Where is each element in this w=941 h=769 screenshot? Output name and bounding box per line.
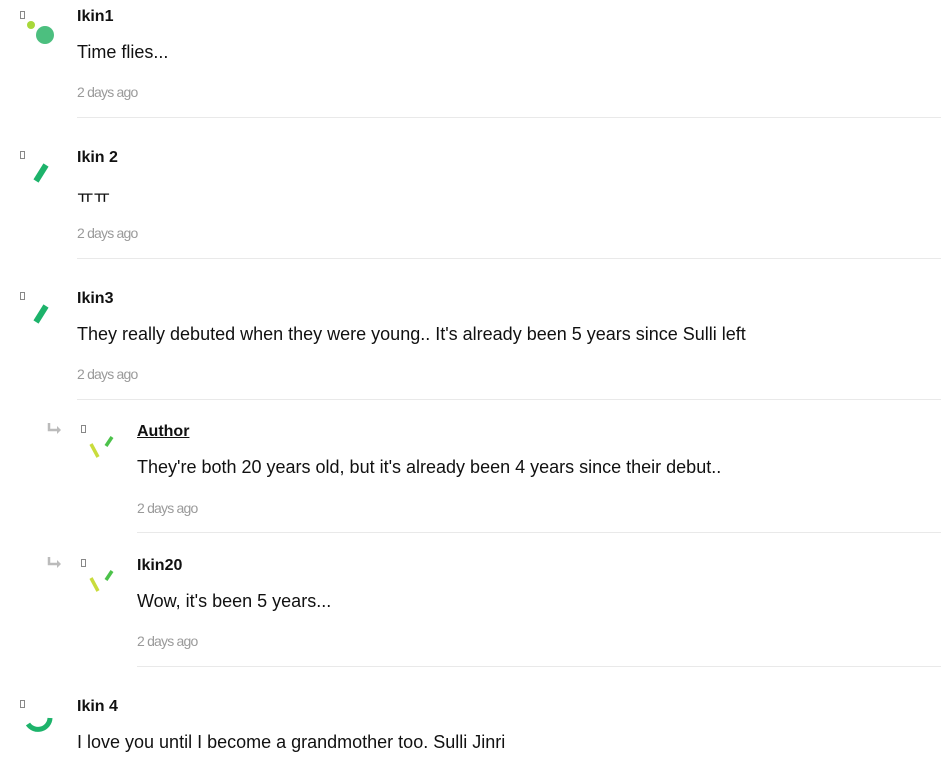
comment-timestamp: 2 days ago (77, 225, 138, 241)
comment-author[interactable]: Author (137, 423, 189, 441)
comment-timestamp: 2 days ago (137, 500, 198, 516)
comment-author[interactable]: Ikin 4 (77, 698, 118, 716)
comment-divider (77, 399, 941, 400)
comment-item: Ikin1 Time flies... 2 days ago (0, 0, 941, 120)
avatar-icon (26, 157, 60, 191)
reply-arrow-icon (47, 422, 63, 436)
comment-item: Ikin 4 I love you until I become a grand… (0, 690, 941, 769)
comment-item: Ikin 2 ㅠㅠ 2 days ago (0, 141, 941, 261)
comment-divider (77, 258, 941, 259)
select-checkbox[interactable] (20, 151, 25, 159)
comment-timestamp: 2 days ago (77, 84, 138, 100)
reply-item: Ikin20 Wow, it's been 5 years... 2 days … (0, 549, 941, 669)
comment-timestamp: 2 days ago (137, 633, 198, 649)
comment-text: ㅠㅠ (77, 187, 111, 207)
comment-thread: Ikin1 Time flies... 2 days ago Ikin 2 ㅠㅠ… (0, 0, 941, 769)
avatar-icon (22, 16, 56, 50)
comment-author[interactable]: Ikin20 (137, 557, 182, 575)
comment-item: Ikin3 They really debuted when they were… (0, 282, 941, 402)
comment-divider (137, 532, 941, 533)
comment-text: Wow, it's been 5 years... (137, 591, 332, 611)
select-checkbox[interactable] (81, 559, 86, 567)
avatar-icon (24, 706, 58, 740)
comment-text: I love you until I become a grandmother … (77, 732, 506, 752)
select-checkbox[interactable] (81, 425, 86, 433)
comment-divider (137, 666, 941, 667)
avatar-icon (26, 298, 60, 332)
comment-author[interactable]: Ikin3 (77, 290, 113, 308)
reply-arrow-icon (47, 556, 63, 570)
comment-author[interactable]: Ikin 2 (77, 149, 118, 167)
comment-text: They're both 20 years old, but it's alre… (137, 457, 722, 477)
comment-author[interactable]: Ikin1 (77, 8, 113, 26)
comment-timestamp: 2 days ago (77, 366, 138, 382)
avatar-icon (86, 567, 120, 601)
comment-divider (77, 117, 941, 118)
comment-text: They really debuted when they were young… (77, 324, 746, 344)
reply-item: Author They're both 20 years old, but it… (0, 415, 941, 535)
avatar-icon (86, 433, 120, 467)
comment-text: Time flies... (77, 42, 169, 62)
select-checkbox[interactable] (20, 292, 25, 300)
